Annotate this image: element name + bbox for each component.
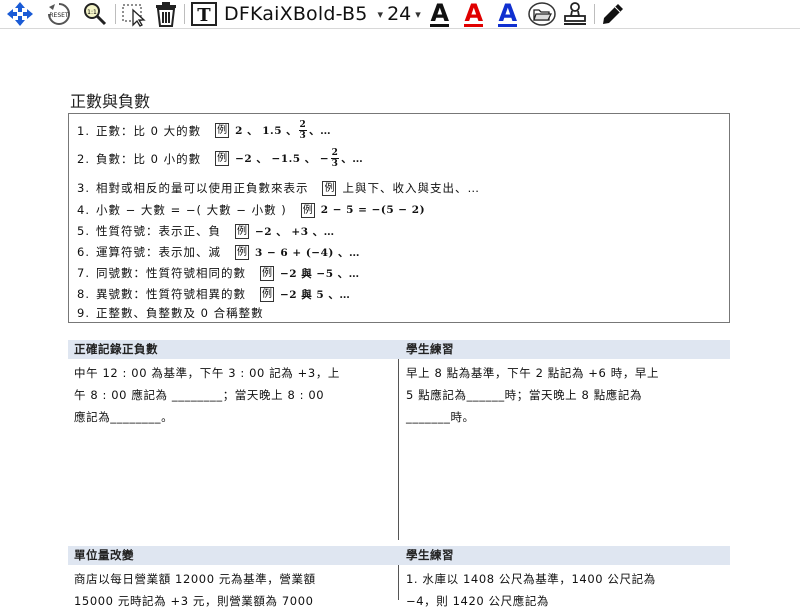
panel-heading: 正確記錄正負數 — [68, 340, 400, 359]
font-name-value: DFKaiXBold-B5 — [224, 3, 368, 25]
panel-heading: 學生練習 — [400, 546, 730, 565]
page-title: 正數與負數 — [70, 92, 151, 111]
list-item: 8. 異號數：性質符號相異的數 例 −2 與 5 、… — [77, 286, 351, 302]
underline-a-black-icon[interactable]: A — [423, 1, 457, 27]
panel-heading: 單位量改變 — [68, 546, 400, 565]
underline-a-red-icon[interactable]: A — [457, 1, 491, 27]
panel-body: 1. 水庫以 1408 公尺為基準，1400 公尺記為 −4，則 1420 公尺… — [406, 572, 656, 608]
panel-student-practice-1: 學生練習 早上 8 點為基準，下午 2 點記為 +6 時，早上 5 點應記為__… — [400, 340, 730, 428]
select-icon[interactable] — [119, 1, 151, 27]
move-icon[interactable] — [0, 1, 40, 27]
trash-icon[interactable] — [151, 1, 181, 27]
list-item: 4. 小數 − 大數 = −( 大數 − 小數 ) 例 2 − 5 = −(5 … — [77, 202, 426, 218]
list-item: 1. 正數：比 0 大的數 例 2 、 1.5 、 23 、… — [77, 120, 332, 141]
list-item: 7. 同號數：性質符號相同的數 例 −2 與 −5 、… — [77, 265, 360, 281]
zoom-icon[interactable]: 1:1 — [78, 1, 112, 27]
list-item: 2. 負數：比 0 小的數 例 −2 、 −1.5 、 − 23 、… — [77, 148, 364, 169]
list-item: 3. 相對或相反的量可以使用正負數來表示 例 上與下、收入與支出、… — [77, 180, 480, 196]
svg-text:T: T — [197, 5, 211, 26]
toolbar: RESET 1:1 T DFKaiXBold-B5 ▾ 24 ▾ A A A — [0, 0, 800, 29]
toolbar-separator — [115, 4, 116, 24]
open-folder-icon[interactable] — [525, 1, 559, 27]
pen-icon[interactable] — [598, 1, 628, 27]
toolbar-separator — [184, 4, 185, 24]
list-item: 5. 性質符號：表示正、負 例 −2 、 +3 、… — [77, 223, 335, 239]
svg-text:RESET: RESET — [49, 12, 69, 19]
font-size-dropdown-icon[interactable]: ▾ — [415, 8, 421, 21]
stamp-icon[interactable] — [559, 1, 591, 27]
panel-heading: 學生練習 — [400, 340, 730, 359]
toolbar-separator — [593, 4, 595, 24]
font-name-select[interactable]: DFKaiXBold-B5 — [220, 1, 372, 27]
font-size-select[interactable]: 24 — [385, 1, 413, 27]
list-item: 9. 正整數、負整數及 0 合稱整數 — [77, 306, 264, 320]
reset-icon[interactable]: RESET — [40, 1, 78, 27]
font-name-dropdown-icon[interactable]: ▾ — [378, 8, 384, 21]
definitions-box: 1. 正數：比 0 大的數 例 2 、 1.5 、 23 、… 2. 負數：比 … — [68, 113, 730, 323]
panel-body: 早上 8 點為基準，下午 2 點記為 +6 時，早上 5 點應記為______時… — [406, 366, 660, 424]
panel-unit-change: 單位量改變 商店以每日營業額 12000 元為基準，營業額 15000 元時記為… — [68, 546, 400, 612]
svg-text:1:1: 1:1 — [87, 9, 97, 16]
panel-record-signed-numbers: 正確記錄正負數 中午 12 : 00 為基準，下午 3 : 00 記為 +3，上… — [68, 340, 400, 428]
text-tool-icon[interactable]: T — [188, 1, 220, 27]
underline-a-blue-icon[interactable]: A — [491, 1, 525, 27]
list-item: 6. 運算符號：表示加、減 例 3 − 6 + (−4) 、… — [77, 244, 361, 260]
font-size-value: 24 — [387, 3, 412, 25]
panel-body: 商店以每日營業額 12000 元為基準，營業額 15000 元時記為 +3 元，… — [74, 572, 316, 608]
panel-student-practice-2: 學生練習 1. 水庫以 1408 公尺為基準，1400 公尺記為 −4，則 14… — [400, 546, 730, 612]
panel-body: 中午 12 : 00 為基準，下午 3 : 00 記為 +3，上 午 8 : 0… — [74, 366, 341, 424]
